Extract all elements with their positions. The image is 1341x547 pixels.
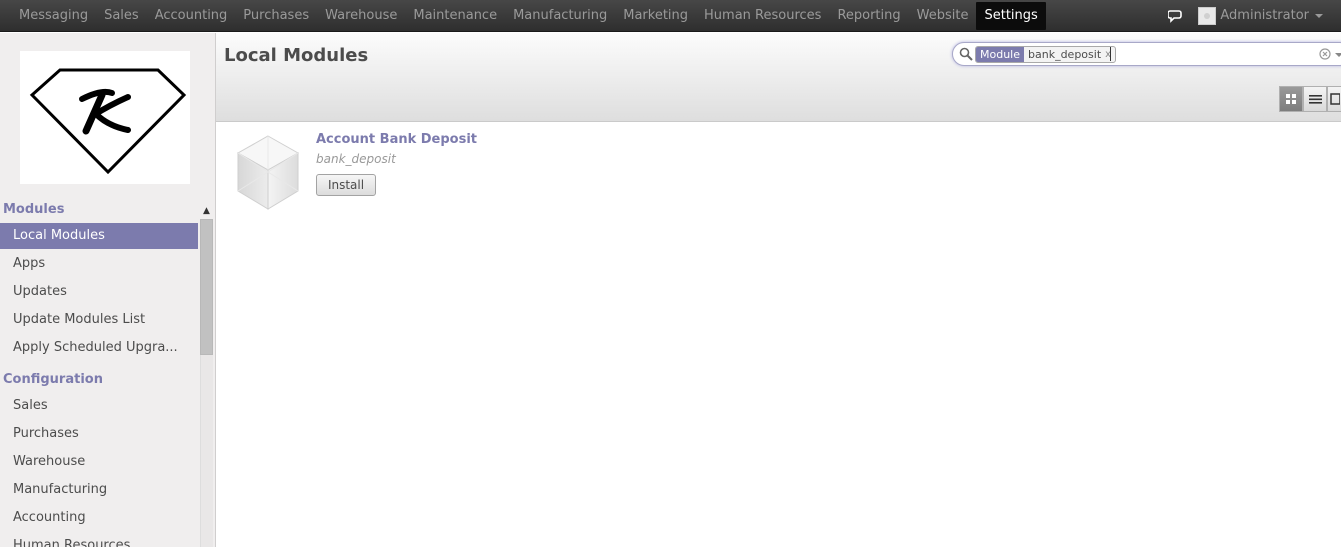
view-header: Local Modules Module bank_deposit x bbox=[216, 33, 1341, 122]
top-menu-manufacturing[interactable]: Manufacturing bbox=[505, 2, 615, 30]
install-button[interactable]: Install bbox=[316, 174, 376, 196]
search-input[interactable] bbox=[1110, 47, 1111, 61]
top-menu-maintenance[interactable]: Maintenance bbox=[405, 2, 505, 30]
section-configuration: Configuration bbox=[3, 372, 103, 387]
facet-category: Module bbox=[976, 47, 1024, 62]
search-bar[interactable]: Module bank_deposit x bbox=[952, 42, 1341, 66]
top-menu: Messaging Sales Accounting Purchases War… bbox=[11, 0, 1046, 31]
top-menu-website[interactable]: Website bbox=[909, 2, 977, 30]
top-menu-purchases[interactable]: Purchases bbox=[235, 2, 317, 30]
module-icon bbox=[236, 133, 300, 213]
sidebar-item-updates[interactable]: Updates bbox=[0, 279, 198, 305]
user-name[interactable]: Administrator bbox=[1220, 8, 1309, 23]
top-menu-warehouse[interactable]: Warehouse bbox=[317, 2, 405, 30]
scrollbar-thumb[interactable] bbox=[200, 219, 213, 355]
user-area: Administrator bbox=[1168, 0, 1323, 31]
chat-icon[interactable] bbox=[1168, 9, 1184, 23]
sidebar-item-update-modules-list[interactable]: Update Modules List bbox=[0, 307, 198, 333]
search-facet[interactable]: Module bank_deposit x bbox=[975, 46, 1117, 63]
chevron-down-icon[interactable] bbox=[1315, 13, 1323, 18]
form-view-button[interactable] bbox=[1327, 86, 1341, 112]
sidebar-item-apply-scheduled-upgrades[interactable]: Apply Scheduled Upgra... bbox=[0, 335, 198, 361]
top-menu-accounting[interactable]: Accounting bbox=[147, 2, 236, 30]
top-menu-sales[interactable]: Sales bbox=[96, 2, 147, 30]
kanban-view-button[interactable] bbox=[1279, 86, 1303, 112]
page-title: Local Modules bbox=[224, 45, 369, 66]
top-menu-marketing[interactable]: Marketing bbox=[615, 2, 696, 30]
form-view-icon bbox=[1329, 93, 1340, 105]
module-technical-name: bank_deposit bbox=[316, 152, 396, 166]
sidebar-item-config-purchases[interactable]: Purchases bbox=[0, 421, 198, 447]
top-navbar: Messaging Sales Accounting Purchases War… bbox=[0, 0, 1341, 32]
scrollbar-track-lower[interactable] bbox=[200, 355, 213, 547]
search-options-chevron-icon[interactable] bbox=[1335, 53, 1341, 57]
sidebar-item-config-human-resources[interactable]: Human Resources bbox=[0, 533, 198, 547]
top-menu-reporting[interactable]: Reporting bbox=[829, 2, 908, 30]
sidebar-item-local-modules[interactable]: Local Modules bbox=[0, 223, 198, 249]
list-view-icon bbox=[1308, 94, 1322, 104]
sidebar-item-config-warehouse[interactable]: Warehouse bbox=[0, 449, 198, 475]
module-card[interactable]: Account Bank Deposit bank_deposit Instal… bbox=[232, 129, 532, 219]
company-logo bbox=[20, 51, 190, 184]
facet-value: bank_deposit bbox=[1028, 48, 1102, 61]
clear-search-icon[interactable] bbox=[1319, 48, 1331, 60]
top-menu-settings[interactable]: Settings bbox=[976, 1, 1046, 30]
top-menu-messaging[interactable]: Messaging bbox=[11, 2, 96, 30]
top-menu-human-resources[interactable]: Human Resources bbox=[696, 2, 829, 30]
sidebar-item-config-sales[interactable]: Sales bbox=[0, 393, 198, 419]
sidebar-item-config-accounting[interactable]: Accounting bbox=[0, 505, 198, 531]
main-content: Local Modules Module bank_deposit x Acco… bbox=[216, 33, 1341, 547]
list-view-button[interactable] bbox=[1303, 86, 1327, 112]
sidebar: ▲ Modules Local Modules Apps Updates Upd… bbox=[0, 33, 216, 547]
kanban-view-icon bbox=[1286, 94, 1296, 104]
sidebar-item-config-manufacturing[interactable]: Manufacturing bbox=[0, 477, 198, 503]
view-switcher bbox=[1279, 86, 1341, 112]
scroll-up-icon[interactable]: ▲ bbox=[199, 204, 214, 218]
section-modules: Modules bbox=[3, 202, 65, 217]
avatar[interactable] bbox=[1198, 6, 1217, 25]
search-icon[interactable] bbox=[959, 47, 973, 61]
sidebar-item-apps[interactable]: Apps bbox=[0, 251, 198, 277]
module-name[interactable]: Account Bank Deposit bbox=[316, 132, 477, 147]
